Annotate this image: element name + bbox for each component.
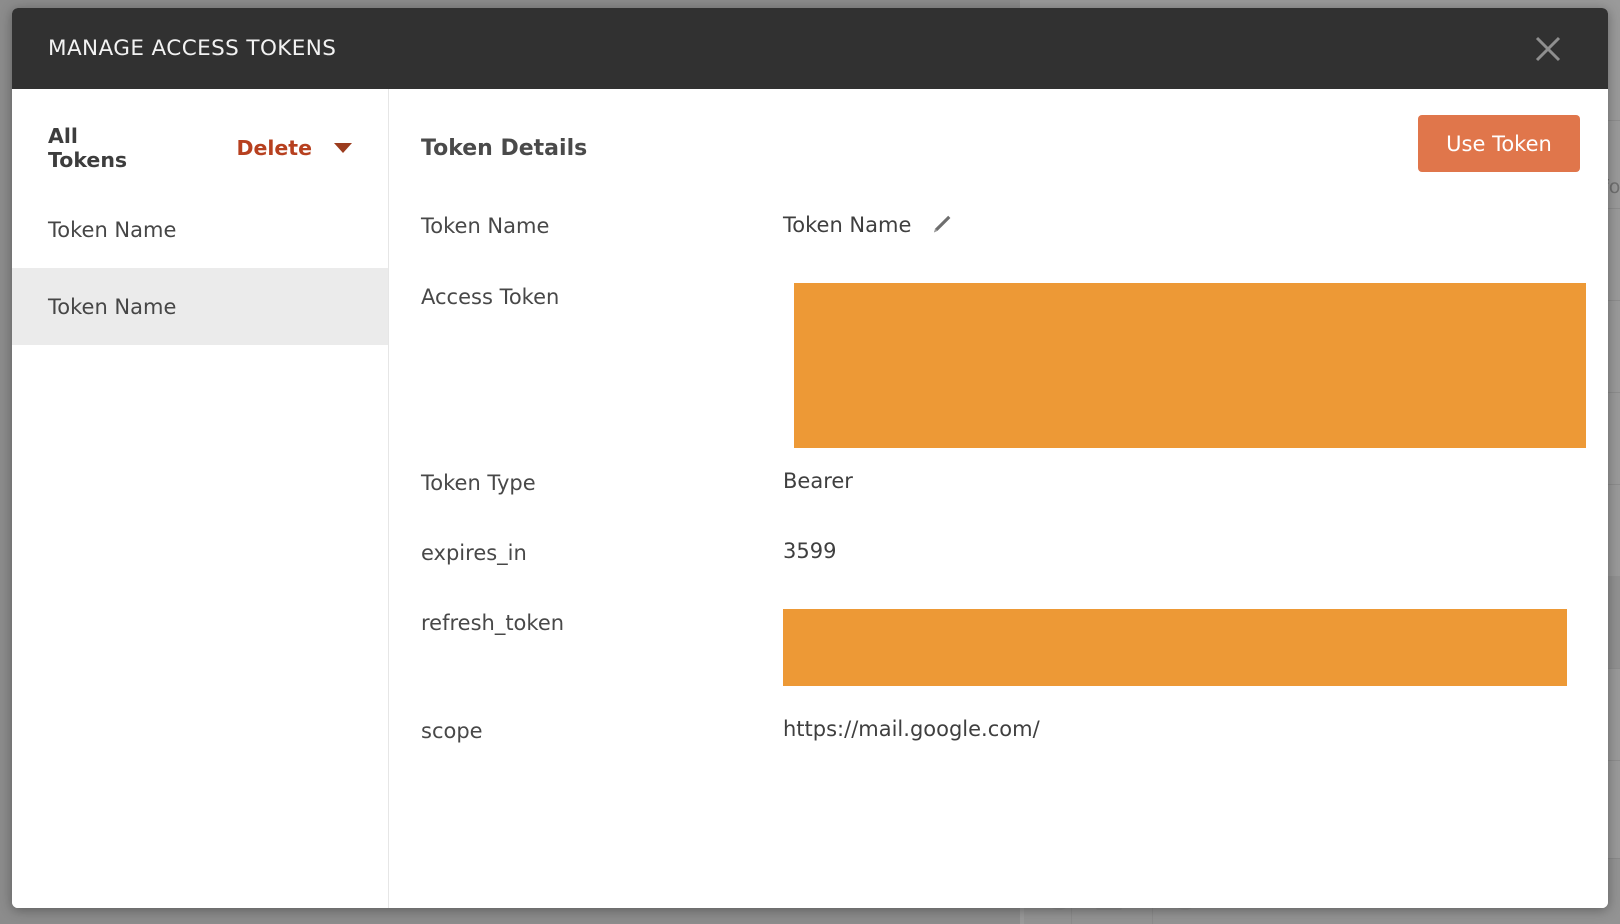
list-item[interactable]: Token Name xyxy=(12,191,388,268)
token-fields: Token Name Token Name Access Token xyxy=(421,212,1592,787)
token-name-value: Token Name xyxy=(783,213,911,237)
all-tokens-heading: All Tokens xyxy=(48,124,163,172)
field-token-name: Token Name Token Name xyxy=(421,212,1592,283)
pencil-icon[interactable] xyxy=(927,212,953,238)
delete-button-label: Delete xyxy=(236,136,312,160)
close-icon[interactable] xyxy=(1526,27,1570,71)
token-list-item-label: Token Name xyxy=(48,218,176,242)
sidebar-header: All Tokens Delete xyxy=(12,125,388,171)
expires-in-value: 3599 xyxy=(783,539,836,563)
delete-dropdown[interactable]: Delete xyxy=(236,136,352,160)
token-details-pane: Token Details Use Token Token Name Token… xyxy=(389,89,1608,908)
list-item[interactable]: Token Name xyxy=(12,268,388,345)
token-list-sidebar: All Tokens Delete Token Name Token Name xyxy=(12,89,389,908)
modal-header: MANAGE ACCESS TOKENS xyxy=(12,8,1608,89)
token-list: Token Name Token Name xyxy=(12,191,388,345)
field-label: scope xyxy=(421,717,783,743)
field-label: Token Name xyxy=(421,212,783,238)
token-list-item-label: Token Name xyxy=(48,295,176,319)
field-value-group: Token Name xyxy=(783,212,953,238)
field-label: Access Token xyxy=(421,283,783,309)
modal-title: MANAGE ACCESS TOKENS xyxy=(48,36,336,61)
manage-access-tokens-modal: MANAGE ACCESS TOKENS All Tokens Delete T… xyxy=(12,8,1608,908)
chevron-down-icon xyxy=(334,143,352,153)
page-title: Token Details xyxy=(421,115,587,161)
field-refresh-token: refresh_token xyxy=(421,609,1592,717)
access-token-redaction xyxy=(794,283,1586,448)
refresh-token-redaction xyxy=(783,609,1567,686)
field-scope: scope https://mail.google.com/ xyxy=(421,717,1592,787)
use-token-button[interactable]: Use Token xyxy=(1418,115,1580,172)
scope-value: https://mail.google.com/ xyxy=(783,717,1040,741)
field-label: Token Type xyxy=(421,469,783,495)
details-header: Token Details Use Token xyxy=(421,115,1592,172)
field-label: refresh_token xyxy=(421,609,783,635)
field-access-token: Access Token xyxy=(421,283,1592,469)
token-type-value: Bearer xyxy=(783,469,853,493)
modal-body: All Tokens Delete Token Name Token Name … xyxy=(12,89,1608,908)
field-token-type: Token Type Bearer xyxy=(421,469,1592,539)
field-expires-in: expires_in 3599 xyxy=(421,539,1592,609)
field-label: expires_in xyxy=(421,539,783,565)
